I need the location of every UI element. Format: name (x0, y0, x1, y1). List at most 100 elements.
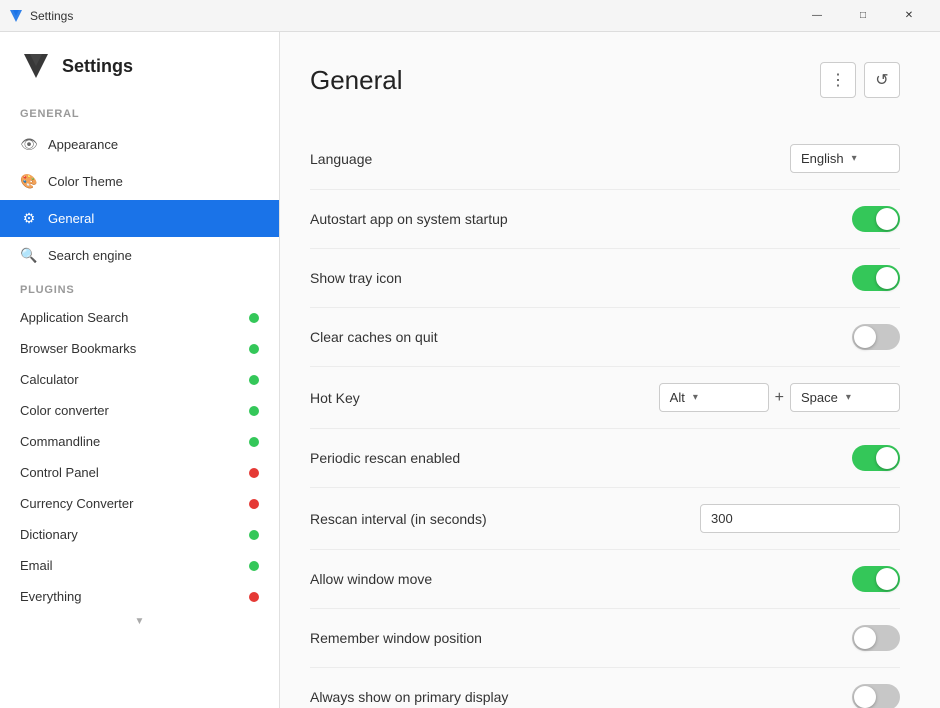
main-actions: ⋮ ↺ (820, 62, 900, 98)
plugin-dot-color-converter (249, 406, 259, 416)
show-tray-toggle[interactable] (852, 265, 900, 291)
scroll-down-indicator: ▼ (0, 612, 279, 631)
maximize-button[interactable]: □ (840, 0, 886, 32)
setting-control-language: English ▾ (790, 144, 900, 173)
plugin-item-calculator[interactable]: Calculator (0, 364, 279, 395)
remember-window-position-toggle-thumb (854, 627, 876, 649)
setting-control-clear-caches (852, 324, 900, 350)
setting-label-periodic-rescan: Periodic rescan enabled (310, 450, 460, 466)
plugin-item-color-converter[interactable]: Color converter (0, 395, 279, 426)
plugin-dot-browser-bookmarks (249, 344, 259, 354)
sidebar-item-label-color-theme: Color Theme (48, 174, 123, 189)
sidebar-item-search-engine[interactable]: 🔍 Search engine (0, 237, 279, 274)
setting-control-show-tray (852, 265, 900, 291)
sidebar-header: Settings (0, 32, 279, 98)
hotkey-modifier-value: Alt (670, 390, 685, 405)
setting-control-allow-window-move (852, 566, 900, 592)
main-scroll[interactable]: General ⋮ ↺ Language English ▾ Autosta (280, 32, 940, 708)
hotkey-modifier-dropdown[interactable]: Alt ▾ (659, 383, 769, 412)
hotkey-key-arrow: ▾ (846, 392, 851, 403)
setting-label-hotkey: Hot Key (310, 390, 360, 406)
setting-row-show-tray: Show tray icon (310, 249, 900, 308)
sidebar: Settings GENERAL 👁 Appearance 🎨 Color Th… (0, 32, 280, 708)
plugin-item-currency-converter[interactable]: Currency Converter (0, 488, 279, 519)
plugin-dot-dictionary (249, 530, 259, 540)
sidebar-item-label-appearance: Appearance (48, 137, 118, 152)
plugin-item-everything[interactable]: Everything (0, 581, 279, 612)
autostart-toggle[interactable] (852, 206, 900, 232)
language-dropdown[interactable]: English ▾ (790, 144, 900, 173)
allow-window-move-toggle-thumb (876, 568, 898, 590)
plugin-item-commandline[interactable]: Commandline (0, 426, 279, 457)
plugin-label-browser-bookmarks: Browser Bookmarks (20, 341, 136, 356)
always-primary-display-toggle[interactable] (852, 684, 900, 708)
plugin-item-application-search[interactable]: Application Search (0, 302, 279, 333)
title-bar: Settings — □ ✕ (0, 0, 940, 32)
setting-row-remember-window-position: Remember window position (310, 609, 900, 668)
plugin-label-dictionary: Dictionary (20, 527, 78, 542)
search-engine-icon: 🔍 (20, 247, 38, 264)
sidebar-title: Settings (62, 56, 133, 77)
minimize-button[interactable]: — (794, 0, 840, 32)
sidebar-scroll[interactable]: GENERAL 👁 Appearance 🎨 Color Theme ⚙ Gen… (0, 98, 279, 708)
plugin-label-email: Email (20, 558, 53, 573)
setting-label-always-primary-display: Always show on primary display (310, 689, 508, 705)
autostart-toggle-thumb (876, 208, 898, 230)
plugin-label-currency-converter: Currency Converter (20, 496, 133, 511)
title-bar-text: Settings (30, 9, 794, 23)
sidebar-item-color-theme[interactable]: 🎨 Color Theme (0, 163, 279, 200)
plugin-label-application-search: Application Search (20, 310, 128, 325)
setting-row-hotkey: Hot Key Alt ▾ + Space ▾ (310, 367, 900, 429)
plugin-dot-application-search (249, 313, 259, 323)
setting-control-hotkey: Alt ▾ + Space ▾ (659, 383, 900, 412)
sidebar-logo (20, 50, 52, 82)
setting-label-language: Language (310, 151, 372, 167)
plugin-item-control-panel[interactable]: Control Panel (0, 457, 279, 488)
plugin-dot-currency-converter (249, 499, 259, 509)
setting-row-always-primary-display: Always show on primary display (310, 668, 900, 708)
clear-caches-toggle[interactable] (852, 324, 900, 350)
sidebar-item-appearance[interactable]: 👁 Appearance (0, 126, 279, 163)
plugin-item-email[interactable]: Email (0, 550, 279, 581)
clear-caches-toggle-thumb (854, 326, 876, 348)
section-label-general: GENERAL (0, 98, 279, 126)
setting-control-rescan-interval (700, 504, 900, 533)
page-title: General (310, 65, 403, 96)
setting-label-remember-window-position: Remember window position (310, 630, 482, 646)
setting-label-rescan-interval: Rescan interval (in seconds) (310, 511, 487, 527)
app-container: Settings GENERAL 👁 Appearance 🎨 Color Th… (0, 32, 940, 708)
setting-control-periodic-rescan (852, 445, 900, 471)
language-dropdown-arrow: ▾ (852, 153, 857, 164)
plugin-dot-calculator (249, 375, 259, 385)
appearance-icon: 👁 (20, 136, 38, 153)
plugin-dot-commandline (249, 437, 259, 447)
sidebar-item-label-search-engine: Search engine (48, 248, 132, 263)
plugin-item-dictionary[interactable]: Dictionary (0, 519, 279, 550)
plugin-label-everything: Everything (20, 589, 81, 604)
more-options-button[interactable]: ⋮ (820, 62, 856, 98)
setting-label-allow-window-move: Allow window move (310, 571, 432, 587)
sidebar-item-label-general: General (48, 211, 94, 226)
setting-label-autostart: Autostart app on system startup (310, 211, 508, 227)
plugin-label-commandline: Commandline (20, 434, 100, 449)
hotkey-key-value: Space (801, 390, 838, 405)
sidebar-item-general[interactable]: ⚙ General (0, 200, 279, 237)
hotkey-key-dropdown[interactable]: Space ▾ (790, 383, 900, 412)
plugin-label-color-converter: Color converter (20, 403, 109, 418)
plugin-item-browser-bookmarks[interactable]: Browser Bookmarks (0, 333, 279, 364)
close-button[interactable]: ✕ (886, 0, 932, 32)
setting-row-periodic-rescan: Periodic rescan enabled (310, 429, 900, 488)
setting-row-clear-caches: Clear caches on quit (310, 308, 900, 367)
color-theme-icon: 🎨 (20, 173, 38, 190)
allow-window-move-toggle[interactable] (852, 566, 900, 592)
section-label-plugins: PLUGINS (0, 274, 279, 302)
setting-control-always-primary-display (852, 684, 900, 708)
periodic-rescan-toggle[interactable] (852, 445, 900, 471)
main-header: General ⋮ ↺ (310, 62, 900, 98)
reset-button[interactable]: ↺ (864, 62, 900, 98)
remember-window-position-toggle[interactable] (852, 625, 900, 651)
setting-control-autostart (852, 206, 900, 232)
plugin-dot-email (249, 561, 259, 571)
setting-row-language: Language English ▾ (310, 128, 900, 190)
rescan-interval-input[interactable] (700, 504, 900, 533)
